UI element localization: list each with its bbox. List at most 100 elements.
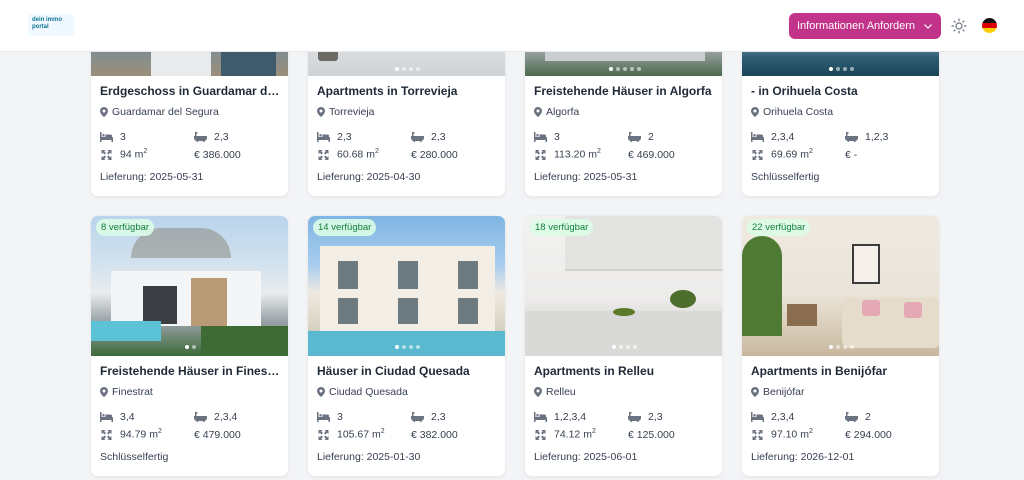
bed-icon — [751, 131, 764, 142]
availability-badge: 22 verfügbar — [747, 219, 811, 236]
listing-title[interactable]: Häuser in Ciudad Quesada — [317, 364, 499, 380]
listing-beds: 2,3,4 — [771, 410, 795, 423]
listing-location: Benijófar — [763, 386, 805, 398]
listing-beds: 3 — [554, 130, 560, 143]
listing-price: € 125.000 — [628, 428, 675, 441]
bathtub-icon — [411, 131, 424, 142]
listing-image[interactable]: 22 verfügbar — [742, 216, 939, 356]
map-pin-icon — [100, 387, 108, 397]
expand-arrows-icon — [101, 149, 112, 160]
listing-baths: 2,3 — [431, 130, 446, 143]
listing-price: € - — [845, 148, 858, 161]
map-pin-icon — [751, 387, 759, 397]
listing-delivery: Lieferung: 2025-06-01 — [534, 451, 638, 463]
listing-image[interactable]: 18 verfügbar — [525, 216, 722, 356]
listing-beds: 2,3 — [337, 130, 352, 143]
bed-icon — [317, 131, 330, 142]
listing-delivery: Lieferung: 2025-04-30 — [317, 171, 421, 183]
listing-location: Orihuela Costa — [763, 106, 834, 118]
chevron-down-icon — [924, 24, 932, 29]
listing-baths: 1,2,3 — [865, 130, 889, 143]
listing-card[interactable]: 8 verfügbar Freistehende Häuser in Fines… — [90, 215, 289, 477]
listing-baths: 2,3 — [431, 410, 446, 423]
listing-title[interactable]: Erdgeschoss in Guardamar del Segura — [100, 84, 282, 100]
area-unit-sup: 2 — [808, 428, 813, 436]
expand-arrows-icon — [318, 429, 329, 440]
bathtub-icon — [845, 411, 858, 422]
listing-image[interactable]: 14 verfügbar — [308, 216, 505, 356]
listing-location: Guardamar del Segura — [112, 106, 219, 118]
listing-title[interactable]: Apartments in Relleu — [534, 364, 716, 380]
bathtub-icon — [194, 131, 207, 142]
listing-beds: 3,4 — [120, 410, 135, 423]
listing-card[interactable]: 14 verfügbar Häuser in Ciudad Quesada Ci… — [307, 215, 506, 477]
listing-baths: 2 — [648, 130, 654, 143]
bed-icon — [534, 131, 547, 142]
listing-title[interactable]: - in Orihuela Costa — [751, 84, 933, 100]
listing-location: Torrevieja — [329, 106, 375, 118]
area-unit-sup: 2 — [143, 148, 148, 156]
listing-location: Ciudad Quesada — [329, 386, 408, 398]
map-pin-icon — [534, 387, 542, 397]
listing-delivery: Lieferung: 2025-01-30 — [317, 451, 421, 463]
listing-price: € 294.000 — [845, 428, 892, 441]
bathtub-icon — [194, 411, 207, 422]
listing-area: 97.10 m — [771, 428, 809, 441]
listing-location: Algorfa — [546, 106, 580, 118]
sun-icon[interactable] — [951, 18, 967, 34]
listing-baths: 2,3 — [648, 410, 663, 423]
top-header: dein immo portal Informationen Anfordern — [0, 0, 1024, 52]
listing-card[interactable]: 18 verfügbar Apartments in Relleu Relleu… — [524, 215, 723, 477]
bathtub-icon — [411, 411, 424, 422]
german-flag-icon[interactable] — [982, 18, 997, 33]
area-unit-sup: 2 — [597, 148, 601, 156]
listing-area: 69.69 m — [771, 148, 809, 161]
listing-baths: 2,3,4 — [214, 410, 238, 423]
bathtub-icon — [628, 131, 641, 142]
availability-badge: 8 verfügbar — [96, 219, 155, 236]
listing-beds: 1,2,3,4 — [554, 410, 587, 423]
logo-text-line1: dein immo — [32, 17, 63, 23]
bed-icon — [100, 411, 113, 422]
listing-beds: 3 — [120, 130, 126, 143]
bed-icon — [100, 131, 113, 142]
listing-baths: 2,3 — [214, 130, 229, 143]
bed-icon — [534, 411, 547, 422]
listing-title[interactable]: Freistehende Häuser in Finestrat — [100, 364, 282, 380]
availability-badge: 14 verfügbar — [313, 219, 377, 236]
map-pin-icon — [751, 107, 759, 117]
bathtub-icon — [845, 131, 858, 142]
listing-price: € 386.000 — [194, 148, 241, 161]
bathtub-icon — [628, 411, 641, 422]
expand-arrows-icon — [535, 149, 546, 160]
listing-beds: 2,3,4 — [771, 130, 795, 143]
listing-area: 105.67 m — [337, 428, 381, 441]
expand-arrows-icon — [101, 429, 112, 440]
listing-title[interactable]: Freistehende Häuser in Algorfa — [534, 84, 716, 100]
listing-card[interactable]: 22 verfügbar Apartments in Benijófar Ben… — [741, 215, 940, 477]
request-information-label: Informationen Anfordern — [796, 20, 916, 32]
bed-icon — [751, 411, 764, 422]
request-information-button[interactable]: Informationen Anfordern — [789, 13, 941, 39]
site-logo[interactable]: dein immo portal — [28, 14, 74, 36]
area-unit-sup: 2 — [380, 428, 385, 436]
area-unit-sup: 2 — [374, 148, 379, 156]
area-unit-sup: 2 — [157, 428, 162, 436]
bed-icon — [317, 411, 330, 422]
listing-title[interactable]: Apartments in Torrevieja — [317, 84, 499, 100]
listing-image[interactable]: 8 verfügbar — [91, 216, 288, 356]
listing-title[interactable]: Apartments in Benijófar — [751, 364, 933, 380]
listings-grid: Erdgeschoss in Guardamar del Segura Guar… — [0, 0, 1024, 480]
listing-beds: 3 — [337, 410, 343, 423]
expand-arrows-icon — [318, 149, 329, 160]
listing-delivery: Lieferung: 2025-05-31 — [100, 171, 204, 183]
listing-location: Relleu — [546, 386, 576, 398]
listing-area: 60.68 m — [337, 148, 375, 161]
expand-arrows-icon — [752, 429, 763, 440]
listing-delivery: Lieferung: 2026-12-01 — [751, 451, 855, 463]
listing-price: € 382.000 — [411, 428, 458, 441]
listing-price: € 479.000 — [194, 428, 241, 441]
listing-area: 94 m — [120, 148, 144, 161]
listing-location: Finestrat — [112, 386, 153, 398]
map-pin-icon — [317, 107, 325, 117]
